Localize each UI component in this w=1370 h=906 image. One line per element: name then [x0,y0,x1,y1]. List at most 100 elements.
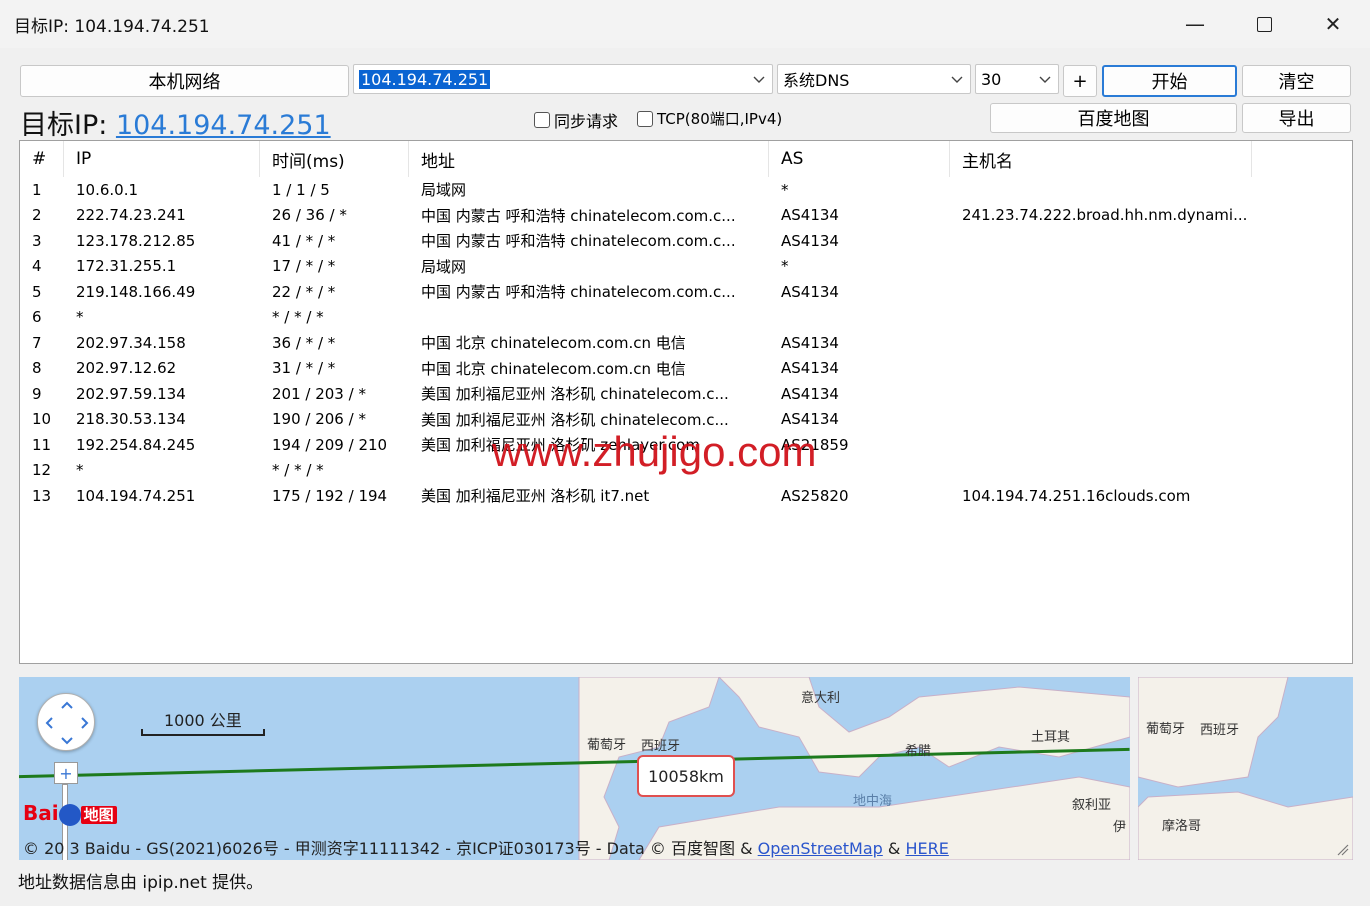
count-select[interactable]: 30 [975,64,1059,94]
table-row[interactable]: 13 104.194.74.251 175 / 192 / 194 美国 加利福尼亚州… [20,483,1352,509]
cell-as: AS4134 [781,282,839,301]
chevron-down-icon[interactable] [752,72,766,86]
cell-as: AS4134 [781,206,839,225]
map-copyright: © 20 3 Baidu - GS(2021)6026号 - 甲测资字11111… [23,835,949,859]
count-select-value: 30 [981,69,1002,89]
close-button[interactable]: ✕ [1298,0,1368,48]
cell-hostname [950,279,1252,305]
cell-ip: 202.97.12.62 [76,359,177,378]
status-text: 地址数据信息由 ipip.net 提供。 [18,873,264,893]
cell-hostname [950,458,1252,484]
cell-time: 201 / 203 / * [272,384,366,403]
sync-request-checkbox[interactable]: 同步请求 [534,108,618,132]
cell-index: 1 [32,180,42,199]
baidu-logo: Bai 地图 [23,801,117,826]
target-ip-link[interactable]: 104.194.74.251 [116,110,331,141]
table-row[interactable]: 9 202.97.59.134 201 / 203 / * 美国 加利福尼亚州 洛杉矶… [20,381,1352,407]
target-input[interactable]: 104.194.74.251 [353,64,773,94]
cell-hostname [950,330,1252,356]
cell-ip: 218.30.53.134 [76,410,186,429]
map-pan-control[interactable] [37,693,95,751]
cell-index: 6 [32,308,42,327]
col-header-hostname[interactable]: 主机名 [950,141,1252,177]
chevron-down-icon[interactable] [950,72,964,86]
cell-ip: 172.31.255.1 [76,257,177,276]
traceroute-table[interactable]: # IP 时间(ms) 地址 AS 主机名 1 10.6.0.1 1 / 1 / 5… [19,140,1353,664]
local-network-button[interactable]: 本机网络 [20,65,349,97]
cell-index: 7 [32,333,42,352]
cell-time: 41 / * / * [272,231,336,250]
minimize-button[interactable]: — [1160,0,1230,48]
table-row[interactable]: 1 10.6.0.1 1 / 1 / 5 局域网 * [20,177,1352,203]
map-label-spain: 西班牙 [641,739,681,754]
table-header: # IP 时间(ms) 地址 AS 主机名 [20,141,1352,177]
table-row[interactable]: 5 219.148.166.49 22 / * / * 中国 内蒙古 呼和浩特 chi… [20,279,1352,305]
table-row[interactable]: 4 172.31.255.1 17 / * / * 局域网 * [20,254,1352,280]
start-button[interactable]: 开始 [1102,65,1237,97]
col-header-as[interactable]: AS [769,141,950,177]
table-row[interactable]: 2 222.74.23.241 26 / 36 / * 中国 内蒙古 呼和浩特 chi… [20,203,1352,229]
zoom-in-button[interactable]: + [54,762,78,784]
cell-address: 局域网 [421,181,467,200]
pan-arrows-icon[interactable] [38,694,96,752]
cell-index: 13 [32,486,52,505]
cell-hostname [950,432,1252,458]
table-row[interactable]: 3 123.178.212.85 41 / * / * 中国 内蒙古 呼和浩特 chi… [20,228,1352,254]
osm-link[interactable]: OpenStreetMap [758,839,883,858]
mini-label-spain: 西班牙 [1200,723,1240,738]
cell-time: * / * / * [272,461,324,480]
cell-hostname [950,381,1252,407]
chevron-down-icon[interactable] [1038,72,1052,86]
add-button[interactable]: + [1063,65,1097,97]
cell-time: 22 / * / * [272,282,336,301]
cell-address: 美国 加利福尼亚州 洛杉矶 it7.net [421,487,650,506]
dns-select-value: 系统DNS [783,71,850,90]
export-button[interactable]: 导出 [1242,103,1351,133]
maximize-button[interactable] [1229,0,1299,48]
sync-request-label: 同步请求 [554,112,619,131]
close-icon: ✕ [1324,12,1342,36]
col-header-index[interactable]: # [20,141,64,177]
cell-as: AS4134 [781,231,839,250]
cell-address: 中国 北京 chinatelecom.com.cn 电信 [421,359,686,378]
cell-time: 190 / 206 / * [272,410,366,429]
table-row[interactable]: 7 202.97.34.158 36 / * / * 中国 北京 chinatelec… [20,330,1352,356]
cell-as: AS4134 [781,410,839,429]
map-label-portugal: 葡萄牙 [587,738,627,753]
table-row[interactable]: 12 * * / * / * [20,458,1352,484]
dns-select[interactable]: 系统DNS [777,64,971,94]
table-row[interactable]: 6 * * / * / * [20,305,1352,331]
here-link[interactable]: HERE [905,839,948,858]
overview-map[interactable]: 葡萄牙 西班牙 摩洛哥 [1138,677,1353,860]
baidu-logo-map: 地图 [80,806,117,824]
cell-time: 175 / 192 / 194 [272,486,388,505]
resize-handle-icon[interactable] [1336,843,1350,857]
cell-address: 局域网 [421,257,467,276]
cell-address: 中国 北京 chinatelecom.com.cn 电信 [421,334,686,353]
target-input-value: 104.194.74.251 [359,69,491,89]
cell-index: 5 [32,282,42,301]
table-row[interactable]: 11 192.254.84.245 194 / 209 / 210 美国 加利福尼亚州… [20,432,1352,458]
cell-address [409,458,769,484]
col-header-ip[interactable]: IP [64,141,260,177]
cell-index: 12 [32,461,52,480]
mini-label-portugal: 葡萄牙 [1146,722,1186,737]
clear-button[interactable]: 清空 [1242,65,1351,97]
table-row[interactable]: 10 218.30.53.134 190 / 206 / * 美国 加利福尼亚州 洛杉… [20,407,1352,433]
maximize-icon [1256,16,1272,32]
cell-time: 26 / 36 / * [272,206,347,225]
tcp-checkbox[interactable]: TCP(80端口,IPv4) [637,108,782,129]
baidu-map-button[interactable]: 百度地图 [990,103,1237,133]
col-header-address[interactable]: 地址 [409,141,769,177]
route-map[interactable]: 意大利 葡萄牙 西班牙 希腊 土耳其 地中海 叙利亚 伊 + 1000 公里 1… [19,677,1130,860]
cell-address: 中国 内蒙古 呼和浩特 chinatelecom.com.c... [421,232,736,251]
distance-badge: 10058km [637,755,735,797]
cell-as: * [781,180,789,199]
cell-ip: * [76,308,84,327]
table-row[interactable]: 8 202.97.12.62 31 / * / * 中国 北京 chinateleco… [20,356,1352,382]
cell-as: AS25820 [781,486,849,505]
checkbox-icon [637,110,653,127]
mini-label-morocco: 摩洛哥 [1162,819,1202,834]
col-header-time[interactable]: 时间(ms) [260,141,409,177]
map-label-turkey: 土耳其 [1031,730,1071,745]
